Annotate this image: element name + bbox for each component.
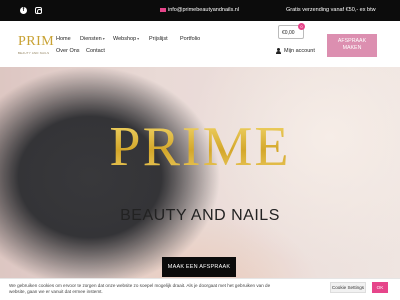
cookie-settings-button[interactable]: Cookie Settings xyxy=(330,282,366,293)
user-icon xyxy=(276,48,281,54)
cart-amount: €0,00 xyxy=(282,30,295,36)
account-label: Mijn account xyxy=(284,48,315,54)
hero-banner: PRIME BEAUTY AND NAILS MAAK EEN AFSPRAAK xyxy=(0,67,400,300)
cookie-ok-button[interactable]: OK xyxy=(372,282,388,293)
instagram-icon[interactable] xyxy=(35,7,42,14)
cart-count-badge: 0 xyxy=(298,23,305,30)
cart-button[interactable]: €0,00 0 xyxy=(278,23,305,39)
cta-line-2: MAKEN xyxy=(342,44,362,51)
nav-contact[interactable]: Contact xyxy=(86,48,105,54)
nav-portfolio[interactable]: Portfolio xyxy=(180,36,200,42)
nav-webshop[interactable]: Webshop▾ xyxy=(113,36,139,42)
envelope-icon xyxy=(160,8,166,12)
top-bar: f info@primebeautyandnails.nl Gratis ver… xyxy=(0,0,400,21)
cookie-text: We gebruiken cookies om ervoor te zorgen… xyxy=(9,283,271,294)
email-link[interactable]: info@primebeautyandnails.nl xyxy=(160,7,239,13)
account-link[interactable]: Mijn account xyxy=(276,48,315,54)
hero-title: PRIME xyxy=(0,115,400,179)
cookie-banner: We gebruiken cookies om ervoor te zorgen… xyxy=(0,278,400,300)
nav-over-ons[interactable]: Over Ons xyxy=(56,48,80,54)
book-appointment-button[interactable]: AFSPRAAK MAKEN xyxy=(327,34,377,57)
logo-word: PRIM xyxy=(18,34,55,49)
nav-diensten-label: Diensten xyxy=(80,36,102,42)
nav-home[interactable]: Home xyxy=(56,36,71,42)
hero-subtitle: BEAUTY AND NAILS xyxy=(120,207,280,224)
nav-webshop-label: Webshop xyxy=(113,36,137,42)
nav-prijslijst[interactable]: Prijslijst xyxy=(149,36,168,42)
hero-appointment-button[interactable]: MAAK EEN AFSPRAAK xyxy=(162,257,236,277)
shipping-notice: Gratis verzending vanaf €50,- ex btw xyxy=(286,7,376,13)
facebook-icon[interactable]: f xyxy=(20,7,27,14)
email-text: info@primebeautyandnails.nl xyxy=(168,7,240,13)
chevron-down-icon: ▾ xyxy=(137,36,140,41)
logo[interactable]: PRIM BEAUTY AND NAILS xyxy=(18,35,58,59)
chevron-down-icon: ▾ xyxy=(102,36,105,41)
nav-diensten[interactable]: Diensten▾ xyxy=(80,36,105,42)
logo-tagline: BEAUTY AND NAILS xyxy=(18,51,50,55)
